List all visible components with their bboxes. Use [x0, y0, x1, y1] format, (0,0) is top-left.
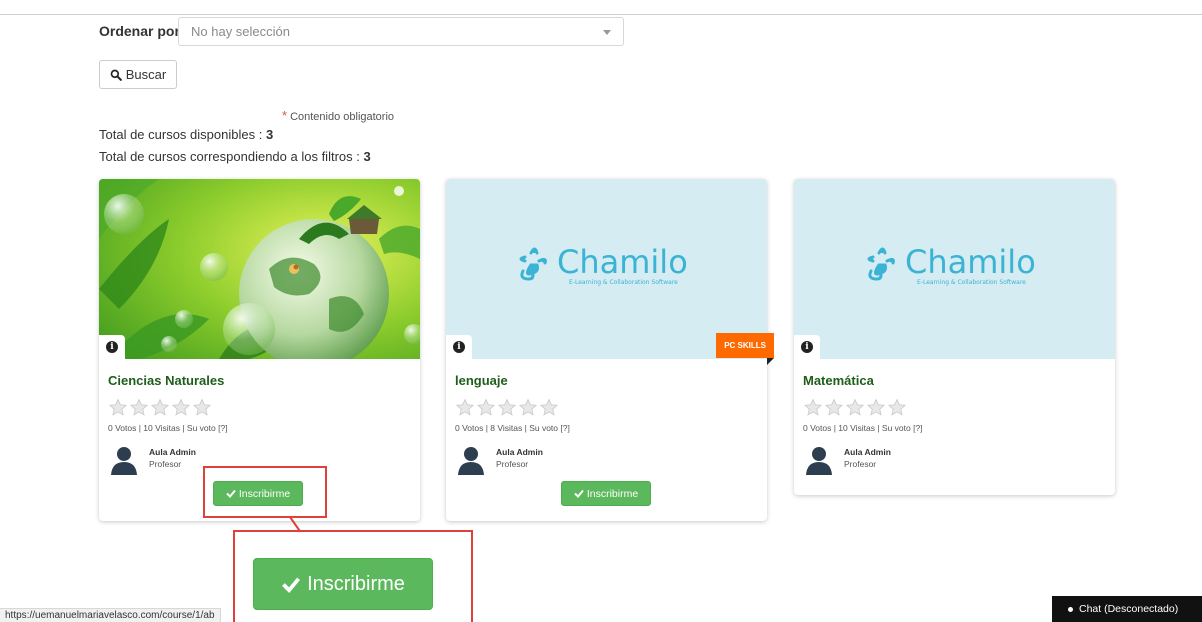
chamilo-logo-tagline: E-Learning & Collaboration Software	[569, 279, 678, 286]
star-icon[interactable]	[192, 398, 212, 417]
star-icon[interactable]	[887, 398, 907, 417]
star-icon[interactable]	[518, 398, 538, 417]
required-star: *	[282, 108, 288, 123]
teacher-name[interactable]: Aula Admin	[844, 447, 891, 457]
star-icon[interactable]	[171, 398, 191, 417]
chat-widget[interactable]: Chat (Desconectado)	[1052, 596, 1202, 622]
chat-label: Chat (Desconectado)	[1079, 603, 1179, 615]
teacher-role: Profesor	[844, 459, 877, 469]
teacher-name[interactable]: Aula Admin	[149, 447, 196, 457]
star-icon[interactable]	[129, 398, 149, 417]
sort-select-value: No hay selección	[191, 24, 290, 39]
votes-text: 0 Votos | 10 Visitas | Su voto [?]	[108, 423, 228, 433]
zoomed-enroll-label: Inscribirme	[307, 572, 405, 595]
course-title[interactable]: Ciencias Naturales	[108, 373, 224, 388]
total-available-label: Total de cursos disponibles :	[99, 127, 266, 142]
chamilo-logo: Chamilo E-Learning & Collaboration Softw…	[867, 243, 1036, 286]
teacher-role: Profesor	[149, 459, 182, 469]
status-dot-icon	[1068, 606, 1073, 612]
star-icon[interactable]	[824, 398, 844, 417]
search-button-label: Buscar	[125, 67, 167, 82]
required-note: * Contenido obligatorio	[282, 108, 394, 123]
course-title[interactable]: lenguaje	[455, 373, 508, 388]
enroll-button[interactable]: Inscribirme	[561, 481, 651, 506]
rating-stars[interactable]	[803, 398, 907, 417]
total-available-value: 3	[265, 127, 274, 142]
required-note-text: Contenido obligatorio	[290, 111, 395, 123]
check-icon	[574, 489, 584, 498]
teacher-info: Aula Admin Profesor	[455, 445, 655, 475]
info-tab[interactable]: i	[99, 335, 125, 359]
course-title[interactable]: Matemática	[803, 373, 874, 388]
rating-stars[interactable]	[455, 398, 559, 417]
nature-globe-illustration	[99, 179, 420, 359]
total-filtered: Total de cursos correspondiendo a los fi…	[99, 149, 371, 164]
top-divider	[0, 14, 1202, 15]
search-icon	[110, 69, 122, 81]
chamilo-logo-name: Chamilo	[905, 243, 1036, 281]
star-icon[interactable]	[108, 398, 128, 417]
star-icon[interactable]	[539, 398, 559, 417]
course-image[interactable]: i	[99, 179, 420, 359]
course-category-badge: PC SKILLS	[716, 333, 774, 358]
sort-label: Ordenar por	[99, 23, 180, 39]
info-icon: i	[453, 341, 465, 353]
enroll-button-label: Inscribirme	[586, 487, 639, 500]
status-bar-url: https://uemanuelmariavelasco.com/course/…	[0, 608, 221, 622]
star-icon[interactable]	[497, 398, 517, 417]
teacher-name[interactable]: Aula Admin	[496, 447, 543, 457]
info-tab[interactable]: i	[794, 335, 820, 359]
total-filtered-value: 3	[363, 149, 371, 164]
info-icon: i	[106, 341, 118, 353]
total-filtered-label: Total de cursos correspondiendo a los fi…	[99, 149, 364, 164]
highlight-box	[203, 466, 327, 518]
teacher-role: Profesor	[496, 459, 529, 469]
chamilo-logo: Chamilo E-Learning & Collaboration Softw…	[519, 243, 688, 286]
course-image[interactable]: Chamilo E-Learning & Collaboration Softw…	[794, 179, 1115, 359]
zoomed-enroll-button[interactable]: Inscribirme	[253, 558, 433, 610]
star-icon[interactable]	[476, 398, 496, 417]
info-tab[interactable]: i	[446, 335, 472, 359]
star-icon[interactable]	[150, 398, 170, 417]
info-icon: i	[801, 341, 813, 353]
search-button[interactable]: Buscar	[99, 60, 177, 89]
star-icon[interactable]	[455, 398, 475, 417]
rating-stars[interactable]	[108, 398, 212, 417]
sort-select[interactable]: No hay selección	[178, 17, 624, 46]
course-image[interactable]: Chamilo E-Learning & Collaboration Softw…	[446, 179, 767, 359]
star-icon[interactable]	[845, 398, 865, 417]
check-icon	[282, 577, 301, 593]
course-card: Chamilo E-Learning & Collaboration Softw…	[446, 179, 774, 521]
chamilo-logo-name: Chamilo	[557, 243, 688, 281]
votes-text: 0 Votos | 8 Visitas | Su voto [?]	[455, 423, 570, 433]
teacher-info: Aula Admin Profesor	[803, 445, 1003, 475]
star-icon[interactable]	[866, 398, 886, 417]
caret-down-icon	[603, 30, 611, 35]
avatar-icon	[806, 447, 832, 475]
course-card: Chamilo E-Learning & Collaboration Softw…	[794, 179, 1115, 495]
chamilo-logo-tagline: E-Learning & Collaboration Software	[917, 279, 1026, 286]
badge-fold	[767, 358, 774, 365]
avatar-icon	[458, 447, 484, 475]
avatar-icon	[111, 447, 137, 475]
star-icon[interactable]	[803, 398, 823, 417]
votes-text: 0 Votos | 10 Visitas | Su voto [?]	[803, 423, 923, 433]
total-available: Total de cursos disponibles : 3	[99, 127, 273, 142]
